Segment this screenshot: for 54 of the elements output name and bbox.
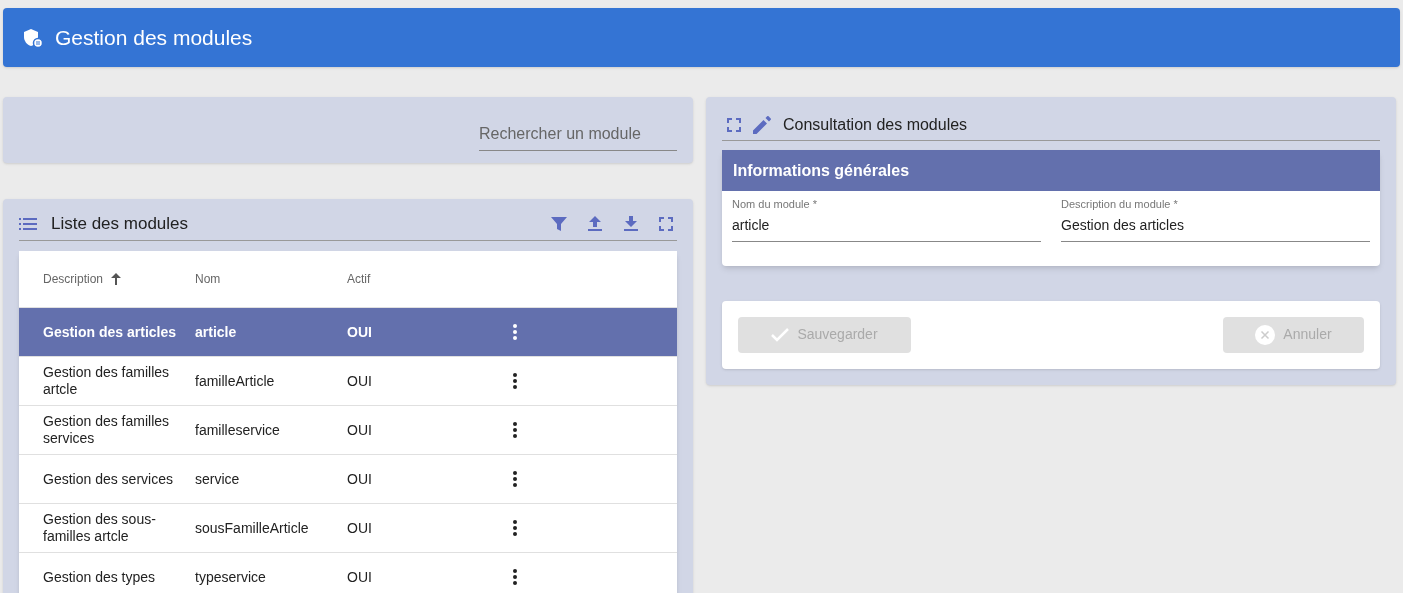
more-icon[interactable] — [513, 520, 517, 536]
table-cell-text: OUI — [347, 420, 373, 440]
table-cell-text: OUI — [347, 469, 373, 489]
table-row[interactable]: Gestion des sous-familles artcle sousFamilleArticle OUI — [19, 503, 677, 552]
list-title: Liste des modules — [51, 212, 189, 235]
table-cell-text: Gestion des familles services — [42, 413, 171, 447]
column-header[interactable]: Nom — [195, 270, 221, 288]
upload-icon[interactable] — [587, 215, 603, 232]
table-cell-text: Gestion des familles artcle — [42, 364, 171, 398]
table-row[interactable]: Gestion des types typeservice OUI — [19, 552, 677, 593]
table-row[interactable]: Gestion des familles services familleservice OUI — [19, 405, 677, 454]
table-cell-text: Gestion des articles — [42, 323, 178, 341]
text-field[interactable]: Description du module * Gestion des articles — [1061, 196, 1370, 242]
field-value: article — [732, 215, 771, 235]
more-icon[interactable] — [513, 373, 517, 389]
table-cell-text: Gestion des services — [42, 470, 174, 488]
table-cell-text: article — [195, 322, 238, 342]
sort-arrow-icon[interactable] — [111, 273, 122, 285]
table-cell-text: OUI — [347, 322, 373, 342]
download-icon[interactable] — [623, 215, 639, 232]
table-row[interactable]: Gestion des familles artcle familleArticle OUI — [19, 356, 677, 405]
section-header: Informations générales — [722, 150, 1380, 191]
table-cell-text: service — [195, 469, 241, 489]
table-cell-text: OUI — [347, 567, 373, 587]
column-header[interactable]: Actif — [347, 270, 371, 288]
table-row[interactable]: Gestion des services service OUI — [19, 454, 677, 503]
list-icon — [19, 217, 37, 230]
detail-title: Consultation des modules — [783, 114, 968, 135]
field-label: Nom du module * — [732, 197, 818, 212]
table-row[interactable]: Gestion des articles article OUI — [19, 307, 677, 356]
table-cell-text: sousFamilleArticle — [195, 518, 310, 538]
table-cell-text: familleservice — [195, 420, 281, 440]
expand-icon[interactable] — [727, 117, 741, 132]
filter-icon[interactable] — [551, 215, 567, 232]
close-icon — [1255, 324, 1276, 345]
text-field[interactable]: Nom du module * article — [732, 196, 1041, 242]
page-title: Gestion des modules — [55, 24, 253, 51]
more-icon[interactable] — [513, 422, 517, 438]
table-cell-text: familleArticle — [195, 371, 276, 391]
table-cell-text: OUI — [347, 518, 373, 538]
more-icon[interactable] — [513, 569, 517, 585]
pencil-icon[interactable] — [753, 115, 771, 134]
column-header[interactable]: Description — [43, 270, 104, 288]
field-label: Description du module * — [1061, 197, 1179, 212]
expand-icon[interactable] — [659, 216, 673, 231]
more-icon[interactable] — [513, 471, 517, 487]
shield-icon — [23, 27, 43, 48]
search-field[interactable]: Rechercher un module — [479, 121, 677, 151]
check-icon — [771, 327, 790, 342]
table-cell-text: OUI — [347, 371, 373, 391]
table-cell-text: Gestion des sous-familles artcle — [42, 511, 157, 545]
table-cell-text: typeservice — [195, 567, 267, 587]
table-cell-text: Gestion des types — [42, 568, 157, 586]
field-value: Gestion des articles — [1061, 215, 1185, 235]
